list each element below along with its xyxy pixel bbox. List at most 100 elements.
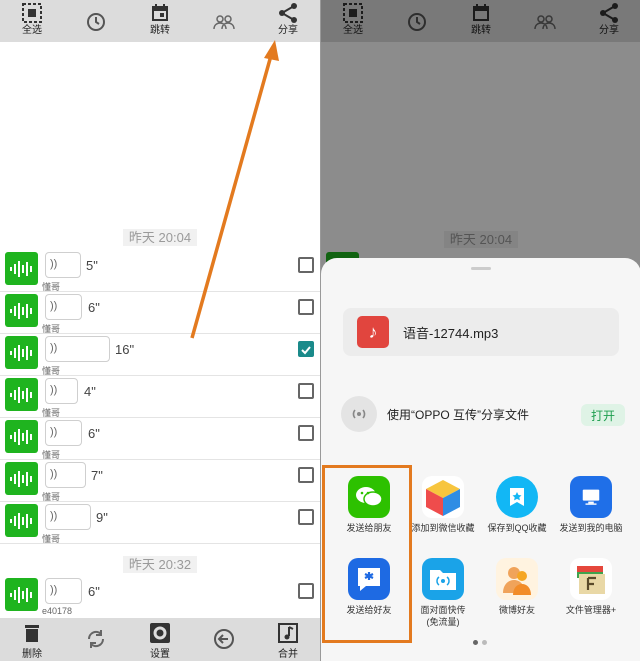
cube-icon — [422, 476, 464, 518]
share-app-weibo-friend[interactable]: 微博好友 — [477, 558, 557, 616]
voice-bubble[interactable]: )) — [45, 578, 82, 604]
settings-button[interactable]: 设置 — [134, 618, 186, 661]
sender-name: 懂哥 — [42, 534, 61, 544]
share-icon — [279, 3, 297, 23]
wireless-transfer-icon — [341, 396, 377, 432]
refresh-button[interactable] — [70, 618, 122, 661]
voice-bubble[interactable]: )) — [45, 462, 86, 488]
jump-label: 跳转 — [150, 25, 170, 36]
select-all-button[interactable]: 全选 — [7, 0, 57, 42]
voice-wave-icon: )) — [50, 584, 58, 596]
voice-message-row[interactable]: )) 6" e40178 — [0, 576, 320, 618]
voice-duration: 4" — [84, 384, 96, 399]
voice-message-row[interactable]: )) 9" 懂哥 — [0, 502, 320, 544]
select-checkbox[interactable] — [298, 425, 314, 441]
share-app-file-manager[interactable]: 文件管理器+ — [551, 558, 631, 616]
app-label: 微博好友 — [498, 605, 535, 615]
open-button[interactable]: 打开 — [581, 404, 625, 426]
timestamp-text: 昨天 20:32 — [122, 556, 198, 573]
select-checkbox[interactable] — [298, 467, 314, 483]
share-app-my-computer[interactable]: 发送到我的电脑 — [551, 476, 631, 534]
select-checkbox[interactable] — [298, 509, 314, 525]
calendar-icon — [152, 4, 168, 21]
timestamp: 昨天 20:32 — [0, 554, 320, 573]
merge-button[interactable]: 合并 — [262, 618, 314, 661]
share-sheet-screen: 全选 跳转 分享 昨天 20:04 ♪ 语音-12744.mp3 使用“OPPO… — [321, 0, 640, 661]
voice-bubble[interactable]: )) — [45, 504, 91, 530]
voice-wave-icon: )) — [50, 258, 58, 270]
sound-wave-icon — [9, 586, 32, 603]
select-checkbox[interactable] — [298, 383, 314, 399]
music-note-icon — [278, 623, 298, 643]
contacts-icon — [213, 15, 235, 30]
select-all-icon — [22, 3, 42, 23]
voice-message-row[interactable]: )) 4" 懂哥 — [0, 376, 320, 418]
voice-wave-icon: )) — [50, 300, 58, 312]
share-app-wechat-favorite[interactable]: 添加到微信收藏 — [403, 476, 483, 534]
select-checkbox[interactable] — [298, 257, 314, 273]
file-name: 语音-12744.mp3 — [403, 326, 499, 341]
avatar — [5, 294, 38, 327]
timestamp-text: 昨天 20:04 — [122, 229, 198, 246]
avatar — [5, 578, 38, 611]
oppo-share-row[interactable]: 使用“OPPO 互传”分享文件 打开 — [341, 396, 625, 432]
chat-selection-screen: 全选 跳转 分享 昨天 20:04 )) 5" 懂哥 )) 6" 懂哥 )) 1… — [0, 0, 320, 661]
share-button[interactable]: 分享 — [263, 0, 313, 42]
share-label: 分享 — [278, 25, 298, 36]
delete-button[interactable]: 删除 — [6, 618, 58, 661]
checkmark-icon — [301, 346, 311, 355]
contacts-button[interactable] — [199, 0, 249, 42]
share-app-face-to-face[interactable]: 面对面快传 (免流量) — [403, 558, 483, 628]
file-card: ♪ 语音-12744.mp3 — [343, 308, 619, 356]
voice-bubble[interactable]: )) — [45, 294, 82, 320]
voice-duration: 16" — [115, 342, 135, 357]
qq-favorite-icon — [496, 476, 538, 518]
voice-bubble[interactable]: )) — [45, 378, 78, 404]
jump-button[interactable]: 跳转 — [135, 0, 185, 42]
select-checkbox[interactable] — [298, 583, 314, 599]
voice-bubble[interactable]: )) — [45, 420, 82, 446]
back-button[interactable] — [198, 618, 250, 661]
voice-duration: 6" — [88, 584, 100, 599]
music-file-icon: ♪ — [357, 316, 389, 348]
voice-message-row[interactable]: )) 6" 懂哥 — [0, 418, 320, 460]
sender-name: e40178 — [42, 606, 73, 616]
sound-wave-icon — [9, 260, 32, 277]
voice-duration: 5" — [86, 258, 98, 273]
voice-wave-icon: )) — [50, 468, 58, 480]
voice-message-row[interactable]: )) 5" 懂哥 — [0, 250, 320, 292]
oppo-share-text: 使用“OPPO 互传”分享文件 — [387, 408, 530, 422]
settings-label: 设置 — [150, 649, 170, 660]
sheet-handle[interactable] — [471, 267, 491, 270]
sound-wave-icon — [9, 302, 32, 319]
back-arrow-icon — [214, 629, 234, 649]
voice-message-row[interactable]: )) 7" 懂哥 — [0, 460, 320, 502]
delete-label: 删除 — [22, 649, 42, 660]
computer-icon — [570, 476, 612, 518]
voice-bubble[interactable]: )) — [45, 336, 110, 362]
sound-wave-icon — [9, 344, 32, 361]
clock-icon — [87, 13, 105, 31]
voice-message-row[interactable]: )) 6" 懂哥 — [0, 292, 320, 334]
history-button[interactable] — [71, 0, 121, 42]
app-label: 添加到微信收藏 — [411, 523, 475, 533]
voice-message-row[interactable]: )) 16" 懂哥 — [0, 334, 320, 376]
avatar — [5, 378, 38, 411]
select-checkbox[interactable] — [298, 341, 314, 357]
voice-wave-icon: )) — [50, 510, 58, 522]
voice-bubble[interactable]: )) — [45, 252, 81, 278]
trash-icon — [25, 625, 39, 642]
voice-wave-icon: )) — [50, 342, 58, 354]
select-checkbox[interactable] — [298, 299, 314, 315]
select-all-label: 全选 — [22, 25, 42, 36]
page-indicator — [473, 640, 487, 645]
page-dot[interactable] — [482, 640, 487, 645]
sound-wave-icon — [9, 386, 32, 403]
share-app-qq-favorite[interactable]: 保存到QQ收藏 — [477, 476, 557, 534]
sound-wave-icon — [9, 428, 32, 445]
voice-duration: 7" — [91, 468, 103, 483]
app-label: 文件管理器+ — [565, 605, 617, 615]
voice-duration: 6" — [88, 426, 100, 441]
avatar — [5, 462, 38, 495]
voice-duration: 9" — [96, 510, 108, 525]
